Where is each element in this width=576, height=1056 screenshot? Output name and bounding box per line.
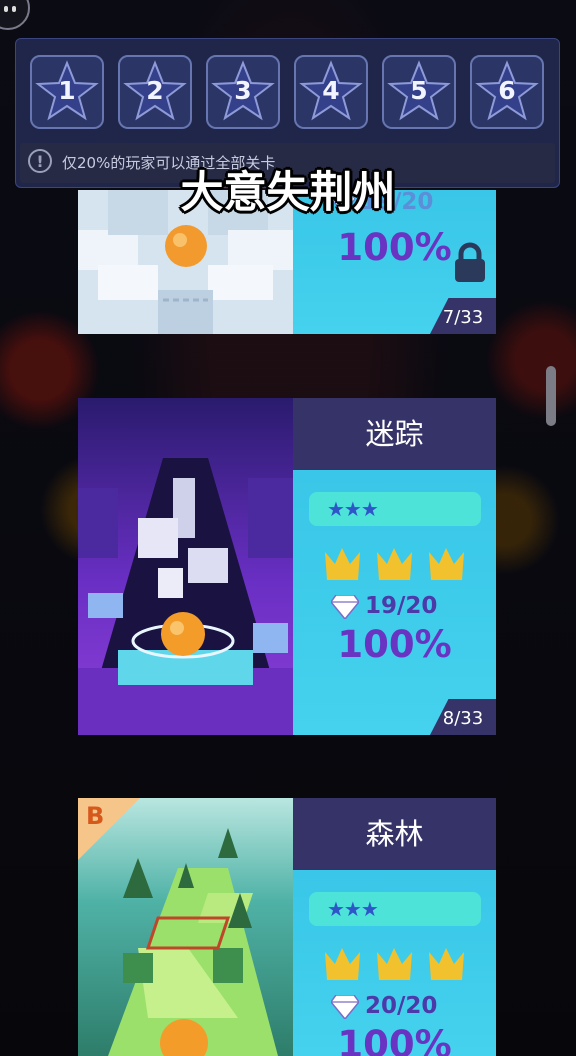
- stage-button-4[interactable]: 4: [294, 55, 368, 129]
- gem-count: 19/20: [330, 588, 438, 624]
- level-info-panel: 迷踪 ★★★ 19/20 100% 8/33: [293, 398, 496, 735]
- stage-number: 1: [58, 76, 76, 105]
- crown-icons: [325, 948, 464, 980]
- stage-button-1[interactable]: 1: [30, 55, 104, 129]
- level-info-panel: 森林 ★★★ 20/20 100%: [293, 798, 496, 1056]
- level-title: 森林: [293, 798, 496, 870]
- stage-number: 4: [322, 76, 340, 105]
- stage-button-2[interactable]: 2: [118, 55, 192, 129]
- diamond-icon: [330, 593, 360, 620]
- stage-button-3[interactable]: 3: [206, 55, 280, 129]
- level-info-body: ★★★ 20/20 100%: [293, 870, 496, 1056]
- level-index-tab: 7/33: [430, 298, 496, 334]
- scrollbar[interactable]: [546, 366, 556, 426]
- overlay-caption: 大意失荆州: [180, 168, 396, 218]
- star-rating: ★★★: [309, 492, 481, 526]
- stage-number: 2: [146, 76, 164, 105]
- stage-number: 6: [498, 76, 516, 105]
- stage-number: 3: [234, 76, 252, 105]
- grade-badge-text: B: [86, 802, 105, 830]
- gem-count-text: 19/20: [365, 593, 438, 619]
- lock-icon: [455, 242, 485, 282]
- level-thumbnail: [78, 398, 293, 735]
- crown-icons: [325, 548, 464, 580]
- level-thumbnail: B: [78, 798, 293, 1056]
- level-info-body: ★★★ 19/20 100% 8/33: [293, 470, 496, 735]
- level-index-tab: 8/33: [430, 699, 496, 735]
- level-card-9[interactable]: B 森林 ★★★ 20/20 100%: [78, 798, 496, 1056]
- gem-count: 20/20: [330, 988, 438, 1024]
- stage-button-5[interactable]: 5: [382, 55, 456, 129]
- stage-button-6[interactable]: 6: [470, 55, 544, 129]
- completion-percent: 100%: [337, 623, 452, 666]
- level-preview-image: [78, 798, 293, 1056]
- level-card-8[interactable]: 迷踪 ★★★ 19/20 100% 8/33: [78, 398, 496, 735]
- level-title: 迷踪: [293, 398, 496, 470]
- star-rating: ★★★: [309, 892, 481, 926]
- stage-buttons: 1 2 3 4 5 6: [30, 55, 550, 131]
- diamond-icon: [330, 993, 360, 1020]
- completion-percent: 100%: [337, 1023, 452, 1056]
- stage-number: 5: [410, 76, 428, 105]
- gem-count-text: 20/20: [365, 993, 438, 1019]
- level-preview-image: [78, 398, 293, 735]
